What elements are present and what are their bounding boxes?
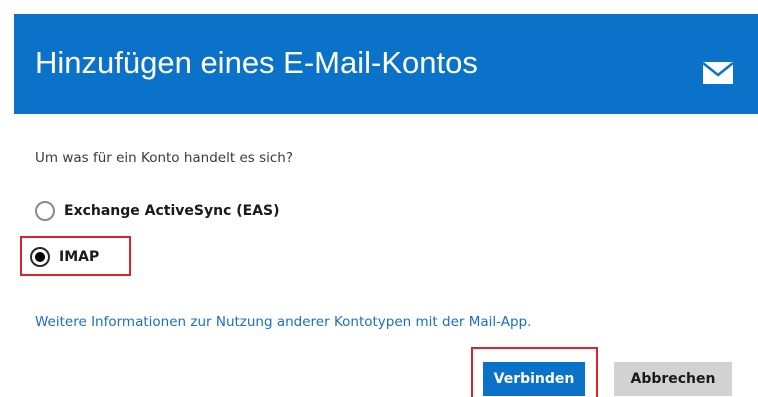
account-type-question: Um was für ein Konto handelt es sich? [35,150,294,166]
connect-button[interactable]: Verbinden [483,362,585,396]
envelope-icon [703,62,733,84]
radio-label-imap: IMAP [59,249,100,265]
radio-option-eas[interactable]: Exchange ActiveSync (EAS) [35,199,280,223]
cancel-button[interactable]: Abbrechen [614,362,732,396]
radio-label-eas: Exchange ActiveSync (EAS) [64,203,280,219]
dialog-title: Hinzufügen eines E-Mail-Kontos [35,45,478,80]
radio-button-imap[interactable] [30,247,50,267]
add-email-account-dialog: Hinzufügen eines E-Mail-Kontos Um was fü… [0,0,758,397]
radio-button-eas[interactable] [35,201,55,221]
radio-option-imap[interactable]: IMAP [30,245,99,269]
dialog-header: Hinzufügen eines E-Mail-Kontos [14,14,758,114]
more-info-link[interactable]: Weitere Informationen zur Nutzung andere… [35,314,531,330]
